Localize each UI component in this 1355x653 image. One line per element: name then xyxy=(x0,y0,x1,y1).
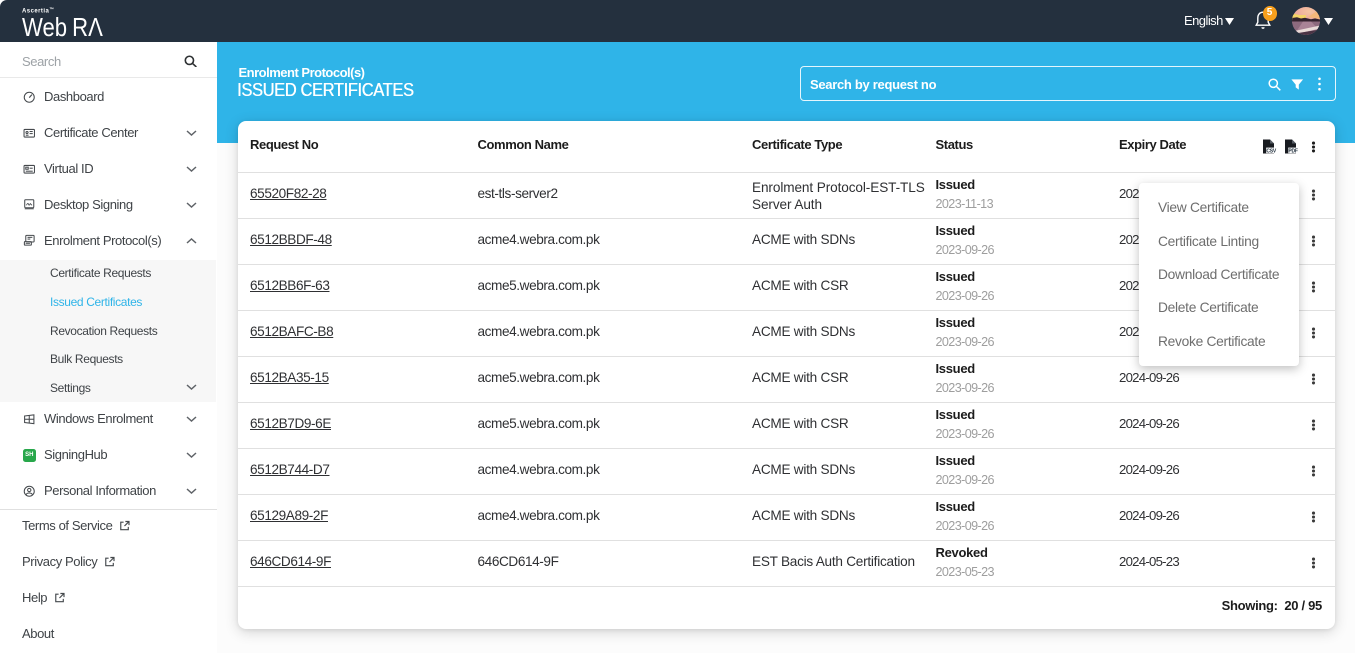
svg-text:CSV: CSV xyxy=(1266,148,1277,154)
svg-text:PDF: PDF xyxy=(1288,148,1298,154)
